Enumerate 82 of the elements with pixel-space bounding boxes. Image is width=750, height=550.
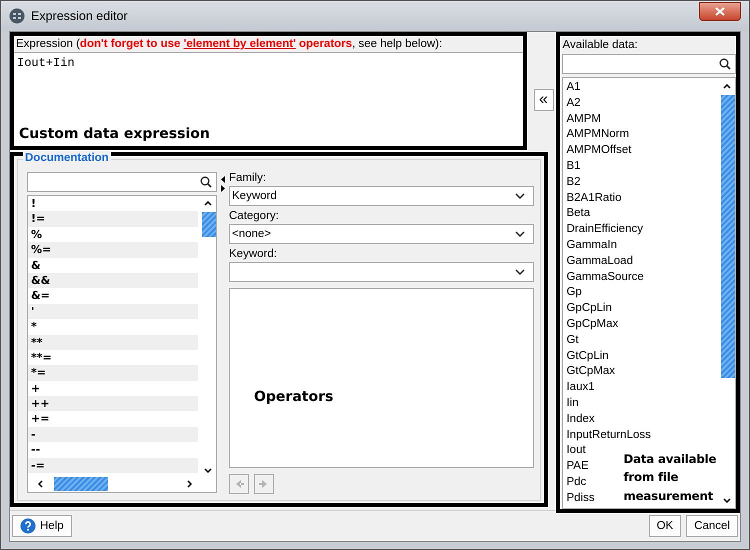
data-item[interactable]: GammaSource xyxy=(563,270,646,286)
operator-item[interactable]: ++ xyxy=(28,396,198,412)
window-title: Expression editor xyxy=(31,9,128,23)
scroll-left-icon xyxy=(38,480,43,488)
help-icon xyxy=(20,518,36,534)
data-item[interactable]: A1 xyxy=(563,80,583,96)
family-dropdown[interactable]: Keyword xyxy=(229,186,534,206)
category-dropdown[interactable]: <none> xyxy=(229,224,534,244)
data-item[interactable]: GpCpLin xyxy=(563,301,614,317)
data-item[interactable]: Iin xyxy=(563,396,581,412)
operator-list[interactable]: ! != % %= & && &= ' *** **= *= + ++ += - -- -= xyxy=(27,195,217,493)
operator-item[interactable]: ' xyxy=(28,304,198,320)
operator-item[interactable]: &= xyxy=(28,288,198,304)
operator-item[interactable]: && xyxy=(28,272,198,288)
family-label: Family: xyxy=(229,172,268,184)
data-item[interactable]: Iout xyxy=(563,443,588,460)
data-item[interactable]: InputReturnLoss xyxy=(563,428,653,444)
data-item[interactable]: Gt xyxy=(563,332,581,349)
data-item[interactable]: AMPM xyxy=(563,112,603,128)
data-item[interactable]: B2 xyxy=(563,174,583,191)
data-item[interactable]: GammaIn xyxy=(563,238,619,254)
operator-item[interactable]: += xyxy=(28,411,198,427)
keyword-label: Keyword: xyxy=(229,248,278,260)
data-item[interactable]: Pdiss xyxy=(563,490,597,507)
annotation-label: Operators xyxy=(254,389,334,405)
operator-item[interactable]: -= xyxy=(28,458,198,474)
data-item[interactable]: A2 xyxy=(563,96,583,112)
operator-item[interactable]: * xyxy=(28,319,198,335)
keyword-dropdown[interactable] xyxy=(229,262,534,282)
data-item[interactable]: B1 xyxy=(563,158,583,175)
data-item[interactable]: PAE xyxy=(563,459,591,475)
help-button[interactable]: Help xyxy=(12,514,72,536)
category-label: Category: xyxy=(229,210,280,222)
data-item[interactable]: GtCpMax xyxy=(563,364,618,380)
search-icon xyxy=(200,176,212,188)
annotation-label: Data available from file measurement xyxy=(623,450,718,504)
data-item[interactable]: GtCpLin xyxy=(563,348,611,364)
operator-item[interactable]: ** xyxy=(28,334,198,350)
ok-button[interactable]: OK xyxy=(648,514,682,536)
search-field[interactable] xyxy=(562,54,736,74)
scroll-down-icon xyxy=(723,498,731,503)
operator-item[interactable]: %= xyxy=(28,242,198,258)
scrollbar-thumb[interactable] xyxy=(721,95,735,378)
data-item[interactable]: Beta xyxy=(563,206,592,222)
splitter-arrows-icon[interactable] xyxy=(220,175,226,193)
operator-item[interactable]: -- xyxy=(28,442,198,458)
operator-item[interactable]: - xyxy=(28,426,198,442)
insert-button[interactable]: « xyxy=(534,89,554,111)
scrollbar-thumb[interactable] xyxy=(202,212,216,237)
data-item[interactable]: Index xyxy=(563,412,597,428)
scroll-right-icon xyxy=(187,480,192,488)
close-icon xyxy=(715,6,725,16)
close-button[interactable] xyxy=(699,2,741,20)
available-data-label: Available data: xyxy=(562,39,639,51)
operator-item[interactable]: ! xyxy=(28,196,198,212)
data-item[interactable]: Iaux1 xyxy=(563,380,597,396)
scroll-down-icon xyxy=(204,468,212,473)
documentation-title: Documentation xyxy=(23,152,111,164)
data-item[interactable]: GammaLoad xyxy=(563,254,635,270)
data-item[interactable]: GpCpMax xyxy=(563,316,620,333)
operator-item[interactable]: + xyxy=(28,380,198,396)
operator-item[interactable]: *= xyxy=(28,365,198,381)
data-item[interactable]: Gp xyxy=(563,285,584,302)
operator-item[interactable]: & xyxy=(28,258,198,273)
data-item[interactable]: AMPMNorm xyxy=(563,127,632,144)
data-item[interactable]: DrainEfficiency xyxy=(563,222,645,238)
expression-label: Expression (don't forget to use 'element by element' operators, see help below): xyxy=(15,37,444,52)
operator-item[interactable]: % xyxy=(28,226,198,242)
data-item[interactable]: AMPMOffset xyxy=(563,143,634,159)
operator-item[interactable]: != xyxy=(28,211,198,227)
annotation-label: Custom data expression xyxy=(19,126,210,142)
data-list[interactable] xyxy=(562,77,736,509)
search-field[interactable] xyxy=(27,172,217,192)
scroll-up-icon xyxy=(204,201,212,206)
data-item[interactable]: B2A1Ratio xyxy=(563,190,624,206)
cancel-button[interactable]: Cancel xyxy=(686,514,738,536)
scrollbar-thumb[interactable] xyxy=(54,477,108,491)
data-item[interactable]: Pdc xyxy=(563,474,588,491)
operator-item[interactable]: **= xyxy=(28,350,198,366)
app-icon xyxy=(9,8,25,24)
scroll-up-icon xyxy=(723,84,731,89)
search-icon xyxy=(719,58,731,70)
